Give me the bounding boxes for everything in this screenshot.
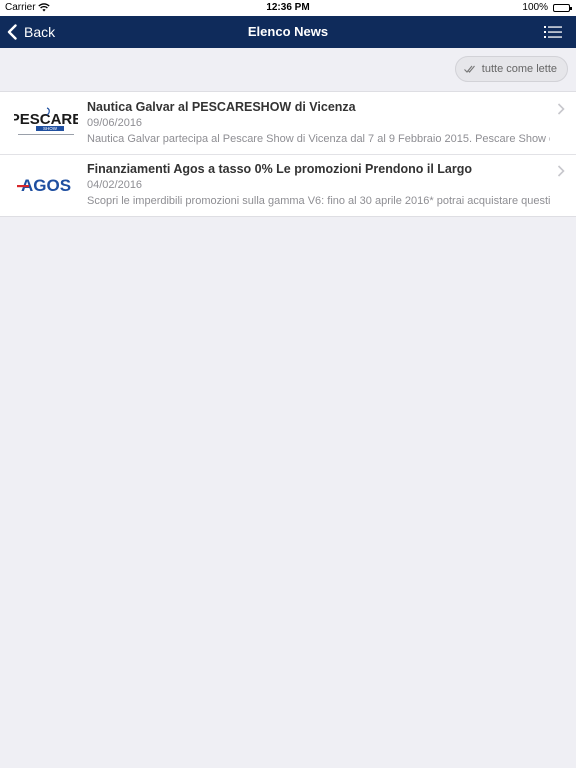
page-title: Elenco News — [247, 24, 329, 39]
news-snippet: Nautica Galvar partecipa al Pescare Show… — [87, 133, 550, 145]
navigation-bar: Back Elenco News — [0, 16, 576, 48]
back-label: Back — [24, 24, 56, 40]
show-logo-text: SHOW — [43, 126, 58, 131]
news-title: Finanziamenti Agos a tasso 0% Le promozi… — [87, 162, 472, 176]
mark-all-read-button[interactable]: tutte come lette — [454, 56, 568, 82]
agos-logo-icon: AGOS — [17, 176, 71, 195]
mark-all-read-label: tutte come lette — [481, 63, 557, 75]
news-title: Nautica Galvar al PESCARESHOW di Vicenza — [87, 100, 356, 114]
agos-logo: AGOS — [14, 168, 78, 202]
news-date: 04/02/2016 — [87, 179, 143, 191]
list-item[interactable]: PESCARE SHOW Nautica Galvar al PESCARESH… — [0, 92, 576, 154]
status-bar: Carrier 12:36 PM 100% — [0, 0, 576, 16]
news-date: 09/06/2016 — [87, 117, 143, 129]
pescare-show-logo-icon: PESCARE SHOW — [14, 107, 78, 135]
double-check-icon — [463, 65, 475, 73]
battery-icon — [553, 4, 572, 12]
list-icon[interactable] — [544, 24, 562, 40]
clock: 12:36 PM — [266, 2, 310, 13]
toolbar: tutte come lette — [0, 48, 576, 90]
chevron-right-icon — [557, 103, 565, 115]
chevron-right-icon — [557, 165, 565, 177]
news-list: PESCARE SHOW Nautica Galvar al PESCARESH… — [0, 91, 576, 217]
battery-percent: 100% — [522, 2, 548, 13]
pescare-show-logo: PESCARE SHOW — [14, 106, 78, 140]
chevron-left-icon — [7, 24, 17, 40]
news-snippet: Scopri le imperdibili promozioni sulla g… — [87, 195, 550, 207]
back-button[interactable]: Back — [6, 16, 55, 48]
list-item[interactable]: AGOS Finanziamenti Agos a tasso 0% Le pr… — [0, 154, 576, 216]
